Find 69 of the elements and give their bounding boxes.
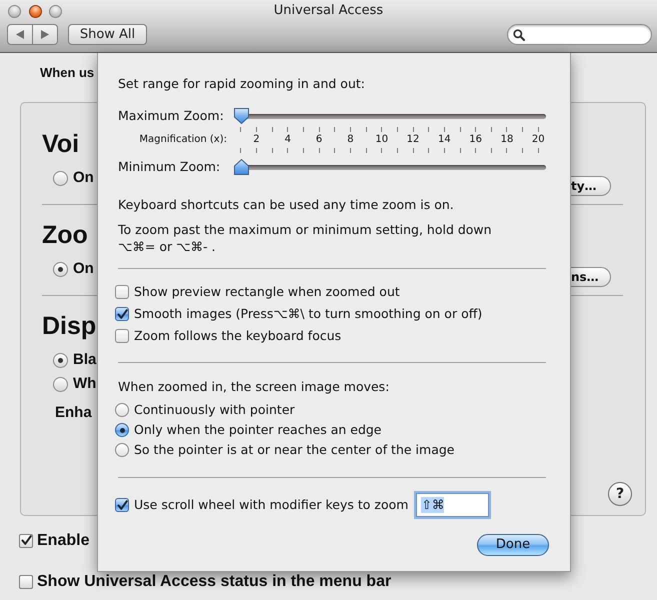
forward-button[interactable] — [32, 24, 58, 45]
scale-number: 14 — [438, 134, 451, 146]
radio-label: Wh — [73, 376, 96, 392]
intro-text: When us — [40, 65, 94, 81]
checkbox-label: Show preview rectangle when zoomed out — [134, 284, 400, 300]
radio-label: Continuously with pointer — [134, 402, 295, 418]
section-heading: Voi — [42, 129, 80, 160]
window-title: Universal Access — [274, 3, 384, 19]
section-heading: Zoo — [42, 220, 88, 251]
radio-button[interactable] — [53, 170, 68, 186]
slider-label: Maximum Zoom: — [118, 108, 225, 124]
zoom-limit-note: To zoom past the maximum or minimum setting, hold down ⌥⌘= or ⌥⌘- . — [118, 221, 492, 255]
scale-number: 6 — [316, 134, 322, 146]
scale-number: 8 — [347, 134, 354, 146]
radio-label: On — [73, 261, 94, 277]
slider-thumb[interactable] — [233, 158, 250, 176]
checkmark-icon — [116, 500, 128, 510]
checkbox-label: Enable — [37, 532, 90, 549]
checkbox[interactable] — [19, 574, 33, 588]
radio-label: Bla — [73, 352, 96, 368]
help-button[interactable]: ? — [608, 482, 632, 506]
section-button[interactable]: ns… — [570, 267, 611, 287]
checkbox[interactable] — [115, 329, 129, 343]
scale-label: Magnification (x): — [138, 134, 228, 146]
slider-label: Minimum Zoom: — [118, 159, 222, 175]
checkbox[interactable] — [19, 534, 33, 548]
scale-number: 10 — [375, 134, 388, 146]
scale-number: 20 — [532, 134, 545, 146]
slider-thumb[interactable] — [233, 107, 250, 125]
section-button[interactable]: ty… — [570, 176, 611, 196]
shortcuts-note: Keyboard shortcuts can be used any time zoom is on. — [118, 197, 454, 213]
radio-button[interactable] — [53, 376, 68, 392]
show-all-button[interactable]: Show All — [68, 24, 147, 45]
checkbox-label: Smooth images (Press⌥⌘\ to turn smoothing on or off) — [134, 306, 482, 322]
scale-number: 16 — [469, 134, 482, 146]
range-heading: Set range for rapid zooming in and out: — [118, 76, 365, 92]
checkmark-icon — [20, 535, 32, 546]
back-button[interactable] — [7, 24, 32, 45]
scale-number: 4 — [284, 134, 291, 146]
radio-button[interactable] — [53, 352, 68, 368]
done-button[interactable]: Done — [477, 534, 549, 556]
search-icon — [513, 28, 525, 40]
radio-button[interactable] — [115, 443, 129, 457]
radio-button[interactable] — [115, 403, 129, 417]
radio-label: So the pointer is at or near the center of the image — [134, 442, 454, 458]
zoom-slider[interactable] — [233, 107, 546, 125]
scale-number: 12 — [406, 134, 420, 146]
left-triangle-icon — [16, 30, 24, 39]
section-heading: Disp — [42, 311, 96, 342]
checkbox-label: Use scroll wheel with modifier keys to zoom — [134, 497, 408, 513]
radio-label: Only when the pointer reaches an edge — [134, 422, 382, 438]
checkbox-label: Show Universal Access status in the menu bar — [37, 573, 392, 590]
checkbox-label: Zoom follows the keyboard focus — [134, 328, 342, 344]
modifier-keys-field[interactable]: ⇧⌘ — [416, 493, 490, 517]
search-field[interactable] — [507, 24, 652, 45]
scale-number: 2 — [253, 134, 260, 146]
radio-label: On — [73, 170, 94, 186]
scale-number: 18 — [500, 134, 514, 146]
minimize-button[interactable] — [28, 4, 42, 18]
checkbox[interactable] — [115, 498, 129, 512]
movement-heading: When zoomed in, the screen image moves: — [118, 379, 390, 395]
radio-button[interactable] — [115, 423, 129, 437]
zoom-slider[interactable] — [233, 158, 546, 176]
radio-button[interactable] — [53, 262, 68, 276]
checkbox[interactable] — [115, 285, 129, 299]
checkbox[interactable] — [115, 307, 129, 321]
checkmark-icon — [116, 308, 128, 320]
setting-label: Enha — [55, 405, 92, 421]
right-triangle-icon — [40, 30, 49, 39]
